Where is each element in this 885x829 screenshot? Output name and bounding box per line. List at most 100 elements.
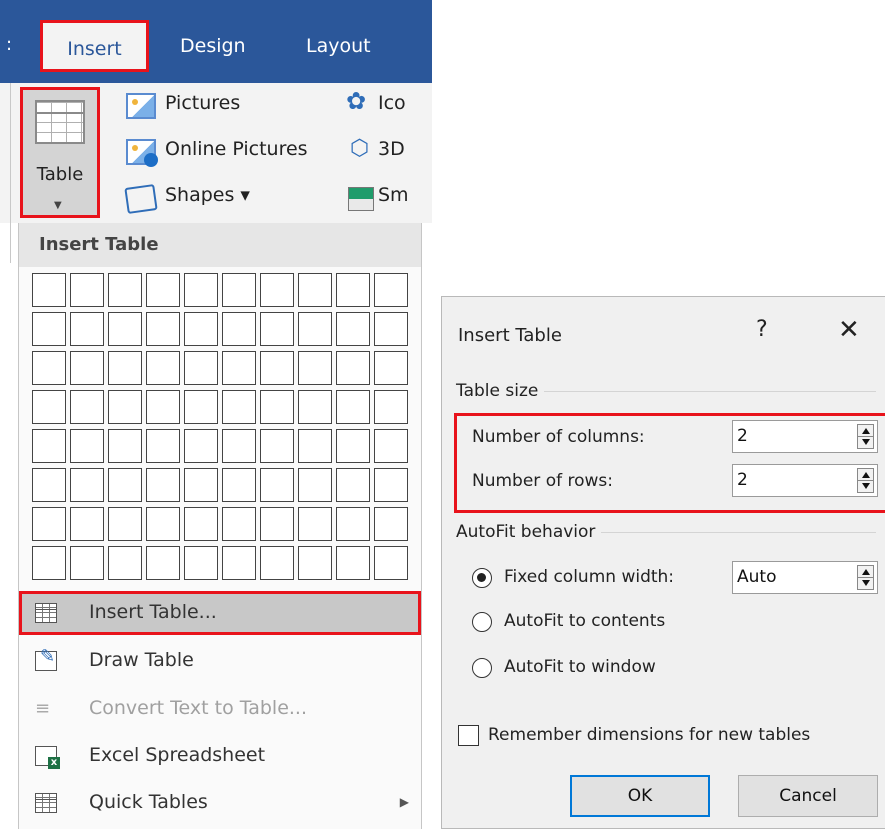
table-grid-cell[interactable] — [222, 273, 256, 307]
tab-layout[interactable]: Layout — [306, 20, 371, 72]
tab-design[interactable]: Design — [180, 20, 246, 72]
table-grid-cell[interactable] — [32, 546, 66, 580]
table-grid-cell[interactable] — [298, 546, 332, 580]
table-grid-cell[interactable] — [222, 351, 256, 385]
table-grid-cell[interactable] — [70, 351, 104, 385]
table-grid-cell[interactable] — [70, 468, 104, 502]
table-grid-cell[interactable] — [32, 390, 66, 424]
table-grid-cell[interactable] — [298, 351, 332, 385]
table-grid-cell[interactable] — [374, 273, 408, 307]
table-grid-cell[interactable] — [374, 507, 408, 541]
table-grid-cell[interactable] — [146, 468, 180, 502]
menu-item-quick-tables[interactable]: Quick Tables ▶ — [19, 781, 421, 825]
table-grid-cell[interactable] — [298, 312, 332, 346]
table-grid-cell[interactable] — [374, 429, 408, 463]
table-grid-cell[interactable] — [336, 351, 370, 385]
table-grid-cell[interactable] — [108, 351, 142, 385]
table-grid-cell[interactable] — [184, 429, 218, 463]
table-grid-cell[interactable] — [184, 468, 218, 502]
table-grid-cell[interactable] — [374, 468, 408, 502]
table-grid-cell[interactable] — [146, 273, 180, 307]
table-grid-cell[interactable] — [146, 429, 180, 463]
table-grid-cell[interactable] — [70, 546, 104, 580]
table-grid-cell[interactable] — [184, 351, 218, 385]
table-grid-cell[interactable] — [374, 390, 408, 424]
table-grid-cell[interactable] — [222, 429, 256, 463]
online-pictures-button[interactable]: Online Pictures — [165, 138, 308, 160]
table-grid-cell[interactable] — [298, 273, 332, 307]
table-grid-cell[interactable] — [374, 312, 408, 346]
table-grid-cell[interactable] — [298, 390, 332, 424]
table-grid-cell[interactable] — [32, 468, 66, 502]
smartart-button[interactable]: Sm — [378, 184, 409, 206]
table-grid-cell[interactable] — [260, 429, 294, 463]
table-grid-cell[interactable] — [336, 507, 370, 541]
table-grid-cell[interactable] — [32, 273, 66, 307]
fixed-width-radio[interactable] — [472, 568, 492, 588]
cancel-button[interactable]: Cancel — [738, 775, 878, 817]
column-width-spin-buttons[interactable] — [857, 565, 874, 590]
table-grid-cell[interactable] — [184, 312, 218, 346]
pictures-button[interactable]: Pictures — [165, 92, 240, 114]
table-grid-cell[interactable] — [108, 507, 142, 541]
table-grid-cell[interactable] — [146, 312, 180, 346]
table-grid-cell[interactable] — [222, 507, 256, 541]
3d-models-button[interactable]: 3D — [378, 138, 405, 160]
table-grid-cell[interactable] — [260, 351, 294, 385]
table-grid-cell[interactable] — [336, 390, 370, 424]
columns-spinner[interactable]: 2 — [732, 420, 878, 453]
table-grid-cell[interactable] — [146, 351, 180, 385]
table-grid-cell[interactable] — [184, 546, 218, 580]
table-grid-cell[interactable] — [184, 273, 218, 307]
table-button[interactable]: Table ▼ — [20, 87, 100, 218]
table-grid-cell[interactable] — [146, 507, 180, 541]
shapes-button[interactable]: Shapes ▾ — [165, 184, 250, 206]
autofit-window-radio[interactable] — [472, 658, 492, 678]
table-grid-cell[interactable] — [222, 312, 256, 346]
table-grid-cell[interactable] — [108, 468, 142, 502]
table-grid-cell[interactable] — [336, 312, 370, 346]
table-grid-cell[interactable] — [70, 507, 104, 541]
table-grid-cell[interactable] — [146, 390, 180, 424]
ok-button[interactable]: OK — [570, 775, 710, 817]
table-grid-cell[interactable] — [70, 390, 104, 424]
table-grid-cell[interactable] — [298, 429, 332, 463]
table-grid-cell[interactable] — [70, 273, 104, 307]
table-grid-cell[interactable] — [260, 273, 294, 307]
rows-spinner[interactable]: 2 — [732, 464, 878, 497]
columns-spin-buttons[interactable] — [857, 424, 874, 449]
menu-item-draw-table[interactable]: Draw Table — [19, 639, 421, 683]
table-grid-cell[interactable] — [374, 546, 408, 580]
icons-button[interactable]: Ico — [378, 92, 406, 114]
table-grid-cell[interactable] — [222, 390, 256, 424]
table-grid-cell[interactable] — [260, 468, 294, 502]
column-width-spinner[interactable]: Auto — [732, 561, 878, 594]
rows-spin-buttons[interactable] — [857, 468, 874, 493]
table-grid-cell[interactable] — [70, 312, 104, 346]
table-grid-cell[interactable] — [32, 429, 66, 463]
table-grid-cell[interactable] — [184, 390, 218, 424]
table-grid-cell[interactable] — [260, 546, 294, 580]
table-grid-cell[interactable] — [146, 546, 180, 580]
table-grid-cell[interactable] — [108, 390, 142, 424]
table-grid-cell[interactable] — [32, 351, 66, 385]
table-grid-cell[interactable] — [32, 312, 66, 346]
table-grid-cell[interactable] — [260, 312, 294, 346]
table-grid-cell[interactable] — [298, 468, 332, 502]
table-grid-cell[interactable] — [260, 507, 294, 541]
table-grid-cell[interactable] — [336, 273, 370, 307]
table-grid-cell[interactable] — [108, 273, 142, 307]
menu-item-insert-table[interactable]: Insert Table... — [19, 591, 421, 635]
table-grid-cell[interactable] — [336, 546, 370, 580]
table-grid-cell[interactable] — [108, 429, 142, 463]
table-grid-cell[interactable] — [298, 507, 332, 541]
table-grid-cell[interactable] — [336, 429, 370, 463]
table-grid-cell[interactable] — [32, 507, 66, 541]
help-button[interactable]: ? — [756, 317, 768, 342]
close-button[interactable]: ✕ — [838, 315, 860, 345]
table-grid-cell[interactable] — [374, 351, 408, 385]
table-grid-cell[interactable] — [108, 312, 142, 346]
table-grid-cell[interactable] — [336, 468, 370, 502]
remember-dimensions-checkbox[interactable] — [458, 725, 479, 746]
table-grid-cell[interactable] — [108, 546, 142, 580]
